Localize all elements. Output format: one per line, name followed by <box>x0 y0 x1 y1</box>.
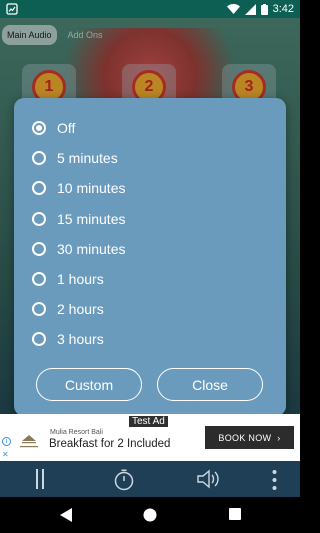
chevron-right-icon: › <box>277 432 281 443</box>
radio-button[interactable] <box>32 332 46 347</box>
radio-button[interactable] <box>32 241 46 256</box>
timer-option-label: 10 minutes <box>57 180 126 197</box>
status-bar: 3:42 <box>0 0 300 18</box>
timer-option-label: Off <box>57 120 76 137</box>
wifi-icon <box>226 4 240 14</box>
timer-option[interactable]: 5 minutes <box>32 143 268 173</box>
back-icon[interactable] <box>60 508 72 522</box>
radio-button[interactable] <box>32 121 46 136</box>
radio-button[interactable] <box>32 151 46 166</box>
timer-option-label: 30 minutes <box>57 240 126 257</box>
timer-option[interactable]: Off <box>32 113 268 143</box>
clock: 3:42 <box>272 3 294 15</box>
pause-icon[interactable] <box>36 469 46 489</box>
more-options-icon[interactable] <box>272 469 277 491</box>
timer-option[interactable]: 2 hours <box>32 294 268 324</box>
ad-logo <box>20 435 38 448</box>
signal-icon <box>244 3 256 15</box>
timer-options: Off 5 minutes 10 minutes 15 minutes 30 minut… <box>32 113 268 355</box>
timer-option[interactable]: 10 minutes <box>32 173 268 203</box>
timer-option-label: 5 minutes <box>57 150 118 167</box>
radio-button[interactable] <box>32 272 46 287</box>
test-ad-badge: Test Ad <box>129 416 168 427</box>
timer-option-label: 3 hours <box>57 331 104 348</box>
timer-option[interactable]: 1 hours <box>32 264 268 294</box>
close-button[interactable]: Close <box>157 368 263 401</box>
recents-icon[interactable] <box>229 508 241 521</box>
custom-button[interactable]: Custom <box>36 368 142 401</box>
sleep-timer-dialog: Off 5 minutes 10 minutes 15 minutes 30 minut… <box>14 98 286 416</box>
radio-button[interactable] <box>32 302 46 317</box>
timer-option-label: 2 hours <box>57 301 104 318</box>
book-now-button[interactable]: BOOK NOW › <box>205 426 294 449</box>
battery-icon <box>260 3 268 15</box>
home-icon[interactable] <box>143 508 157 522</box>
ad-close-icon[interactable]: ✕ <box>2 450 9 459</box>
ad-headline: Breakfast for 2 Included <box>49 438 171 450</box>
ad-banner[interactable]: Test Ad i ✕ Mulia Resort Bali Breakfast … <box>0 414 300 461</box>
playback-controls <box>0 461 300 497</box>
timer-option[interactable]: 30 minutes <box>32 234 268 264</box>
volume-icon[interactable] <box>197 469 221 489</box>
timer-option-label: 1 hours <box>57 271 104 288</box>
timer-option-label: 15 minutes <box>57 210 126 227</box>
timer-option[interactable]: 3 hours <box>32 324 268 354</box>
timer-icon[interactable] <box>113 469 135 491</box>
radio-button[interactable] <box>32 181 46 196</box>
ad-sponsor: Mulia Resort Bali <box>50 429 103 436</box>
ad-info-icon[interactable]: i <box>2 437 11 446</box>
radio-button[interactable] <box>32 211 46 226</box>
timer-option[interactable]: 15 minutes <box>32 204 268 234</box>
status-icons: 3:42 <box>226 3 294 15</box>
book-now-label: BOOK NOW <box>218 432 272 443</box>
notification-icon <box>6 3 18 15</box>
system-nav-bar <box>0 497 300 533</box>
